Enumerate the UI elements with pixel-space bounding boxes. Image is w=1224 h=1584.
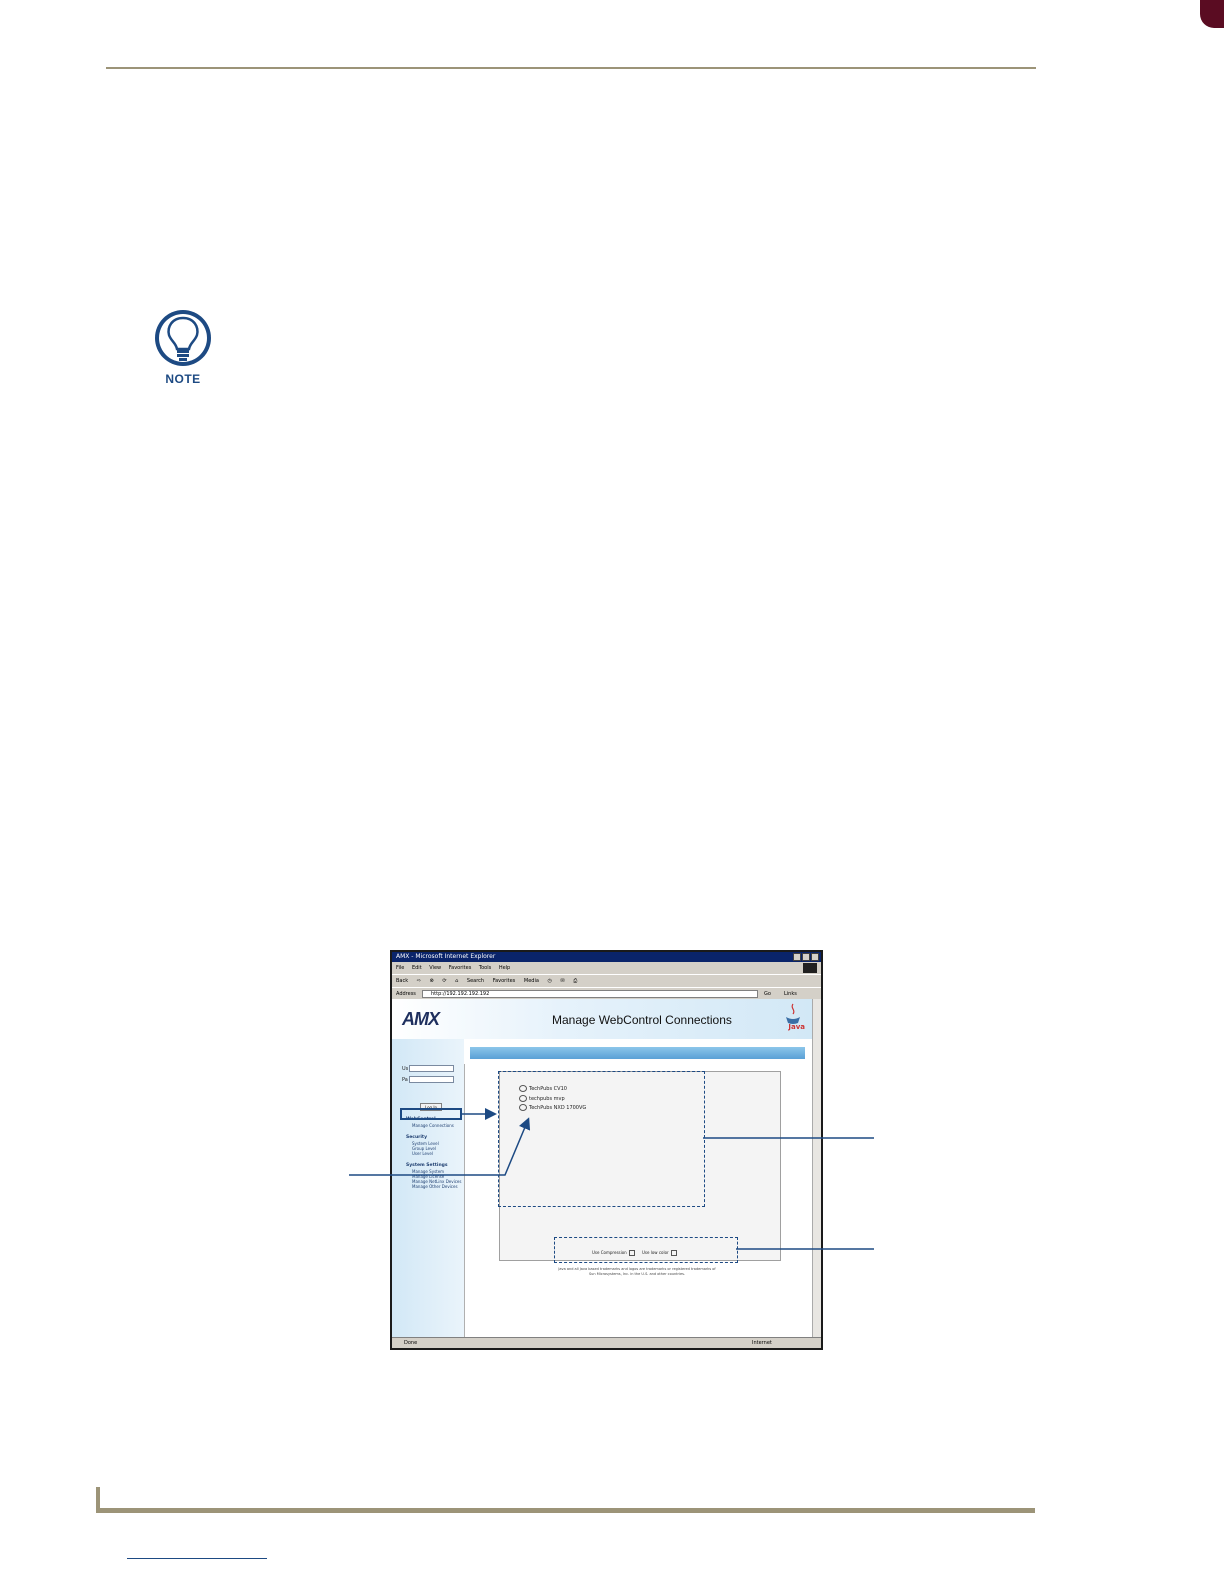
header-rule xyxy=(106,67,1036,69)
browser-toolbar: Back ⇨ ⊗ ⟳ ⌂ Search Favorites Media ◷ ✉ … xyxy=(392,974,821,988)
browser-menu-bar: File Edit View Favorites Tools Help xyxy=(392,962,821,974)
nav-user-level[interactable]: User Level xyxy=(412,1151,433,1156)
window-title: AMX - Microsoft Internet Explorer xyxy=(396,953,496,960)
trademark-text: Java and all Java based trademarks and l… xyxy=(558,1267,716,1276)
manage-connections-highlight xyxy=(400,1108,462,1120)
menu-tools[interactable]: Tools xyxy=(479,965,491,971)
nav-manage-other-devices[interactable]: Manage Other Devices xyxy=(412,1184,458,1189)
options-dashed-callout xyxy=(554,1237,738,1263)
browser-title-bar: AMX - Microsoft Internet Explorer xyxy=(392,952,821,962)
amx-logo: AMX xyxy=(402,1009,440,1029)
menu-view[interactable]: View xyxy=(429,965,441,971)
forward-icon[interactable]: ⇨ xyxy=(417,978,421,984)
maximize-icon[interactable] xyxy=(802,953,810,961)
connections-dashed-callout xyxy=(498,1071,705,1207)
back-button[interactable]: Back xyxy=(396,978,408,984)
media-button[interactable]: Media xyxy=(524,978,539,984)
favorites-button[interactable]: Favorites xyxy=(493,978,516,984)
status-bar: Done Internet xyxy=(392,1337,821,1348)
menu-file[interactable]: File xyxy=(396,965,404,971)
menu-help[interactable]: Help xyxy=(499,965,510,971)
nav-manage-connections[interactable]: Manage Connections xyxy=(412,1123,454,1128)
footer-link-underline xyxy=(127,1558,267,1559)
java-logo-text: Java xyxy=(788,1023,805,1031)
status-text: Done xyxy=(404,1340,418,1346)
username-label: Us xyxy=(402,1066,409,1072)
username-input[interactable] xyxy=(409,1065,454,1072)
nav-system-settings-heading[interactable]: System Settings xyxy=(406,1163,448,1168)
footer-rule xyxy=(96,1508,1035,1513)
sidebar: Us Pa Log In WebControl Manage Connectio… xyxy=(392,1039,464,1338)
print-icon[interactable]: ⎙ xyxy=(573,978,577,984)
zone-label: Internet xyxy=(752,1340,772,1346)
address-input[interactable]: http://192.192.192.192 xyxy=(422,990,758,998)
page-title: Manage WebControl Connections xyxy=(552,1013,732,1027)
page-edge-tab xyxy=(1200,0,1224,28)
menu-edit[interactable]: Edit xyxy=(412,965,422,971)
vertical-scrollbar[interactable] xyxy=(812,999,821,1338)
page-header: AMX Manage WebControl Connections Java xyxy=(392,999,813,1039)
nav-security-heading[interactable]: Security xyxy=(406,1135,427,1140)
password-label: Pa xyxy=(402,1077,408,1083)
mail-icon[interactable]: ✉ xyxy=(560,978,564,984)
address-label: Address xyxy=(396,991,416,997)
minimize-icon[interactable] xyxy=(793,953,801,961)
windows-logo-icon xyxy=(803,963,817,973)
menu-favorites[interactable]: Favorites xyxy=(449,965,472,971)
content-header-bar xyxy=(470,1047,805,1059)
close-icon[interactable] xyxy=(811,953,819,961)
stop-icon[interactable]: ⊗ xyxy=(430,978,434,984)
search-button[interactable]: Search xyxy=(467,978,484,984)
history-icon[interactable]: ◷ xyxy=(548,978,552,984)
note-label: NOTE xyxy=(165,372,201,386)
home-icon[interactable]: ⌂ xyxy=(455,978,458,984)
refresh-icon[interactable]: ⟳ xyxy=(442,978,446,984)
password-input[interactable] xyxy=(409,1076,454,1083)
